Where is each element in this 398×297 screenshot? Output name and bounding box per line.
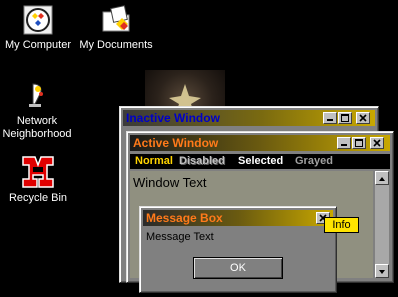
network-neighborhood-icon xyxy=(21,80,53,112)
arrow-up-icon xyxy=(379,177,385,181)
desktop-icon-my-documents[interactable]: My Documents xyxy=(78,4,154,52)
tooltip: Info xyxy=(324,217,359,233)
arrow-down-icon xyxy=(379,270,385,274)
menu-item-disabled: Disabled xyxy=(179,155,225,167)
close-button[interactable] xyxy=(356,112,370,124)
message-box[interactable]: Message Box Message Text OK xyxy=(139,206,337,293)
desktop-icon-label-line1: Network xyxy=(16,115,58,127)
window-text: Window Text xyxy=(133,175,207,190)
tooltip-text: Info xyxy=(332,219,351,231)
menu-item-selected[interactable]: Selected xyxy=(238,154,283,169)
close-icon xyxy=(373,139,381,147)
minimize-button[interactable] xyxy=(323,112,337,124)
scroll-up-button[interactable] xyxy=(375,171,389,185)
maximize-icon xyxy=(341,114,349,122)
maximize-icon xyxy=(355,139,363,147)
minimize-icon xyxy=(341,144,347,146)
message-box-titlebar[interactable]: Message Box xyxy=(143,210,333,226)
desktop-icon-network-neighborhood[interactable]: Network Neighborhood xyxy=(2,80,72,141)
desktop-icon-label: My Documents xyxy=(79,39,153,51)
ok-button-label: OK xyxy=(230,262,246,274)
message-box-title: Message Box xyxy=(146,211,223,225)
window-title: Active Window xyxy=(133,136,219,150)
my-computer-icon xyxy=(22,4,54,36)
window-title: Inactive Window xyxy=(126,111,220,125)
menu-item-normal[interactable]: Normal xyxy=(135,154,173,169)
desktop-icon-label-line2: Neighborhood xyxy=(2,128,72,140)
desktop-icon-recycle-bin[interactable]: Recycle Bin xyxy=(4,155,72,205)
desktop-icon-label: Recycle Bin xyxy=(8,192,68,204)
menu-item-grayed: Grayed xyxy=(295,155,333,167)
maximize-button[interactable] xyxy=(352,137,366,149)
active-window-titlebar[interactable]: Active Window xyxy=(130,135,390,151)
scroll-down-button[interactable] xyxy=(375,264,389,278)
desktop-icon-my-computer[interactable]: My Computer xyxy=(4,4,72,52)
message-text: Message Text xyxy=(146,231,214,243)
maximize-button[interactable] xyxy=(338,112,352,124)
vertical-scrollbar[interactable] xyxy=(375,171,389,278)
recycle-bin-icon xyxy=(21,155,55,189)
close-button[interactable] xyxy=(370,137,384,149)
desktop-icon-label: My Computer xyxy=(4,39,72,51)
minimize-button[interactable] xyxy=(337,137,351,149)
minimize-icon xyxy=(327,119,333,121)
close-icon xyxy=(359,114,367,122)
menu-bar: Normal Disabled Selected Grayed xyxy=(130,154,390,169)
my-documents-icon xyxy=(100,4,132,36)
ok-button[interactable]: OK xyxy=(193,257,283,279)
